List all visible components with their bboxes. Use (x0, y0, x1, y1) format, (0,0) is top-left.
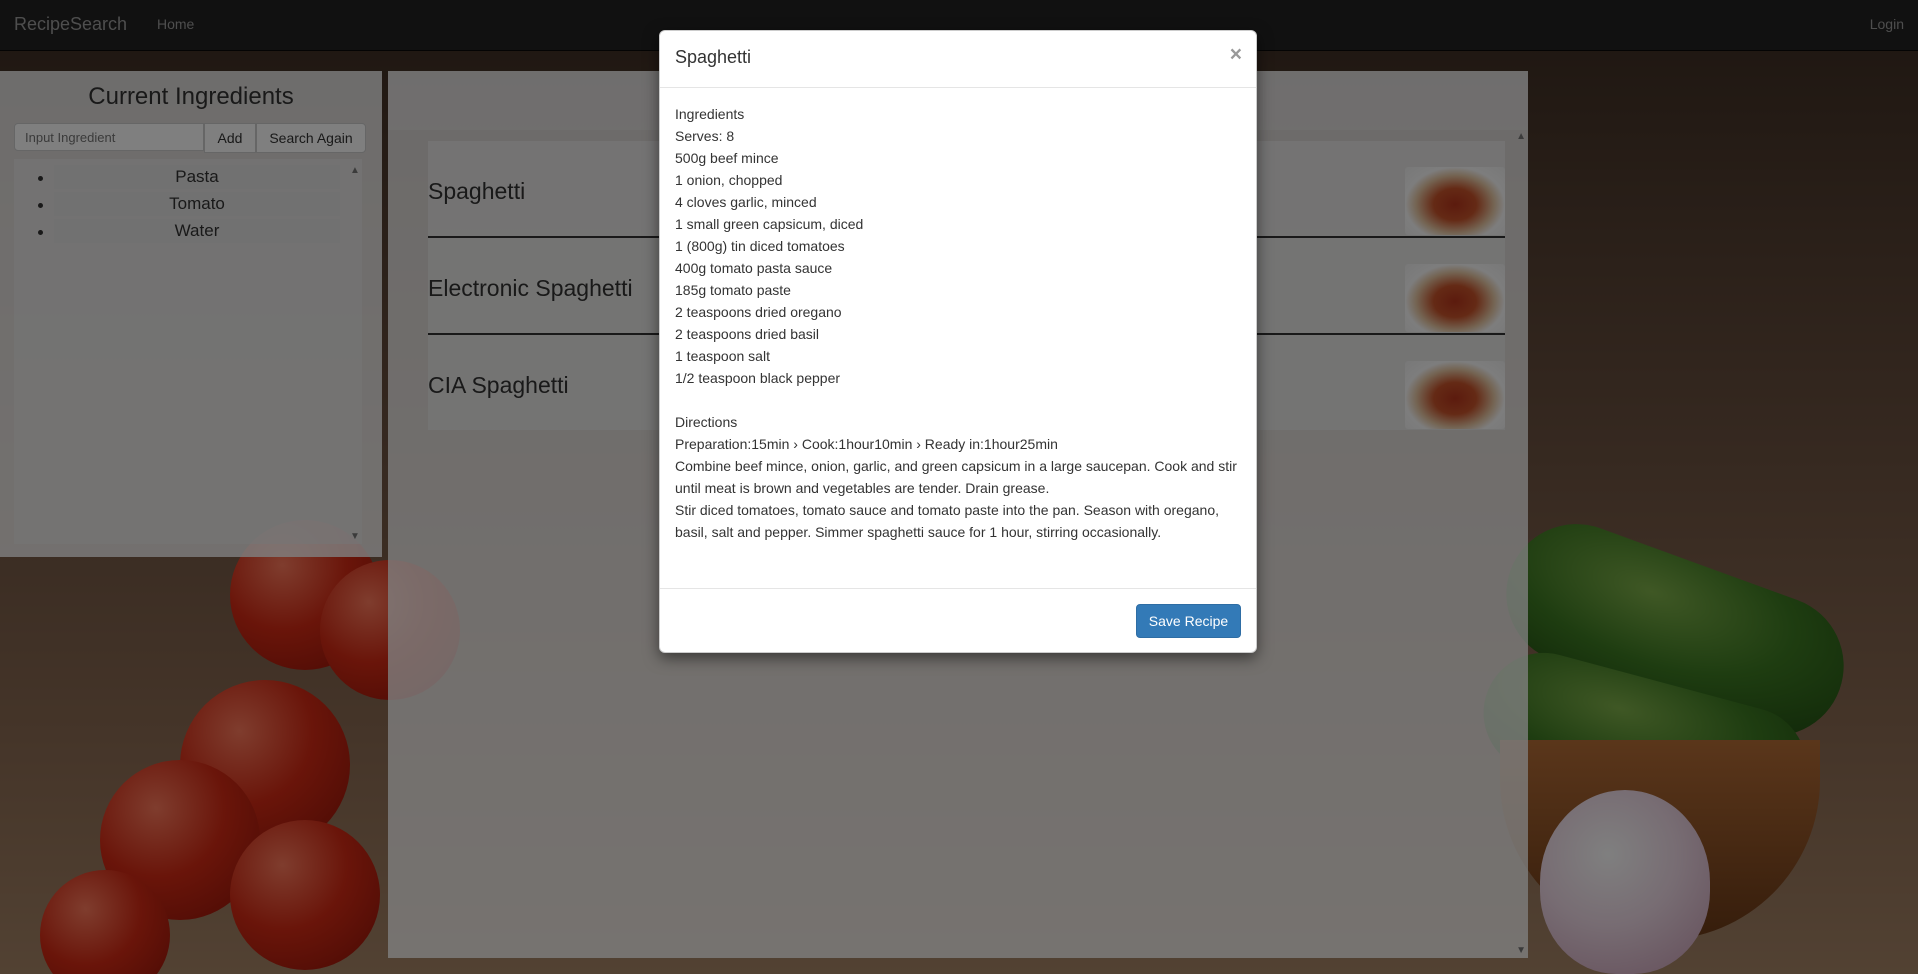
ingredient-line: 500g beef mince (675, 150, 779, 166)
modal-body: Ingredients Serves: 8 500g beef mince 1 … (675, 103, 1241, 543)
ingredient-line: 1 onion, chopped (675, 172, 783, 188)
ingredient-line: 4 cloves garlic, minced (675, 194, 817, 210)
direction-step: Combine beef mince, onion, garlic, and g… (675, 458, 1237, 496)
directions-heading: Directions (675, 414, 738, 430)
serves-text: Serves: 8 (675, 128, 735, 144)
ingredient-line: 1 teaspoon salt (675, 348, 770, 364)
save-recipe-button[interactable]: Save Recipe (1136, 604, 1241, 638)
direction-step: Stir diced tomatoes, tomato sauce and to… (675, 502, 1220, 540)
modal-header: Spaghetti × (660, 31, 1256, 88)
ingredients-heading: Ingredients (675, 106, 745, 122)
recipe-modal: Spaghetti × Ingredients Serves: 8 500g b… (659, 30, 1257, 653)
timing-text: Preparation:15min › Cook:1hour10min › Re… (675, 436, 1058, 452)
ingredient-line: 2 teaspoons dried oregano (675, 304, 842, 320)
modal-footer: Save Recipe (660, 588, 1256, 655)
ingredient-line: 1 (800g) tin diced tomatoes (675, 238, 845, 254)
modal-title: Spaghetti (675, 47, 752, 67)
ingredient-line: 400g tomato pasta sauce (675, 260, 833, 276)
ingredient-line: 1/2 teaspoon black pepper (675, 370, 841, 386)
ingredient-line: 2 teaspoons dried basil (675, 326, 819, 342)
ingredient-line: 185g tomato paste (675, 282, 791, 298)
close-icon[interactable]: × (1230, 43, 1242, 67)
ingredient-line: 1 small green capsicum, diced (675, 216, 864, 232)
